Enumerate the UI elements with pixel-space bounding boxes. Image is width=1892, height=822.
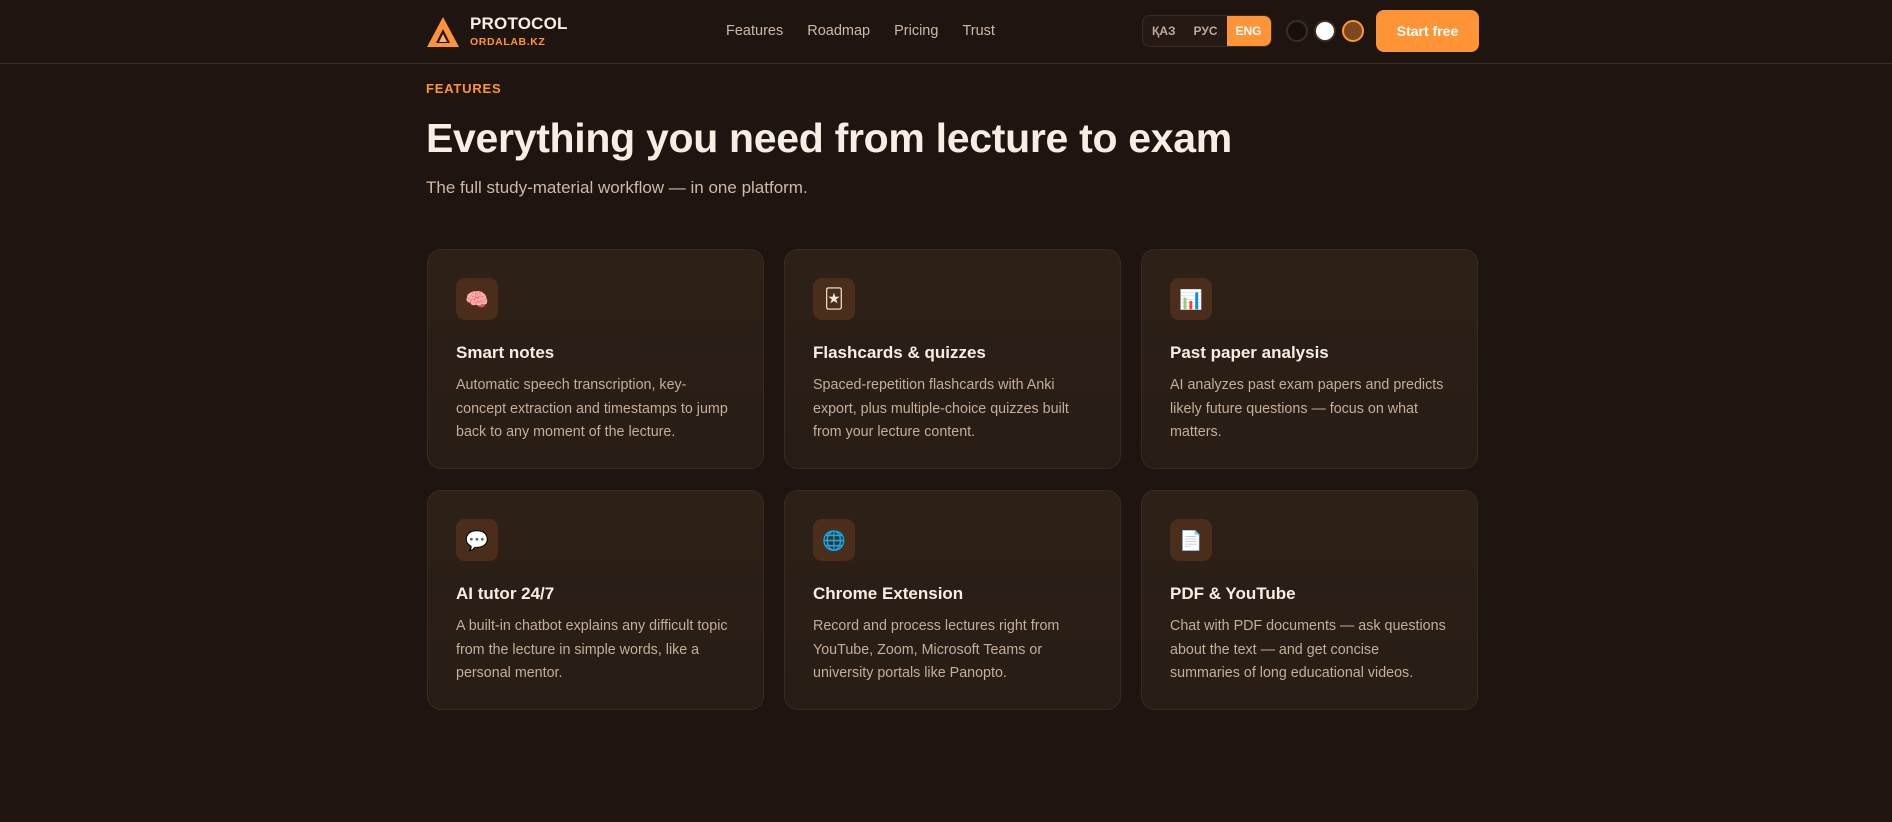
protocol-logo-icon [427,17,459,47]
bar-chart-icon: 📊 [1170,278,1212,320]
nav-link-roadmap[interactable]: Roadmap [807,20,870,42]
brand-name: PROTOCOL [470,14,568,33]
card-icon: 🃏 [813,278,855,320]
globe-icon: 🌐 [813,519,855,561]
feature-description: A built-in chatbot explains any difficul… [456,618,728,681]
feature-card-smart-notes[interactable]: 🧠 Smart notes Automatic speech transcrip… [427,249,764,469]
feature-card-flashcards[interactable]: 🃏 Flashcards & quizzes Spaced-repetition… [784,249,1121,469]
nav-link-pricing[interactable]: Pricing [894,20,938,42]
theme-swatch-light[interactable] [1314,20,1336,42]
theme-switcher [1286,20,1364,42]
language-switcher: ҚАЗ РУС ENG [1142,15,1272,47]
section-eyebrow: FEATURES [426,81,502,96]
feature-card-past-paper-analysis[interactable]: 📊 Past paper analysis AI analyzes past e… [1141,249,1478,469]
feature-title: Smart notes [456,343,555,362]
feature-title: Chrome Extension [813,584,964,603]
theme-swatch-warm[interactable] [1342,20,1364,42]
feature-description: Automatic speech transcription, key-conc… [456,377,728,440]
document-icon: 📄 [1170,519,1212,561]
main-nav: Features Roadmap Pricing Trust [726,20,995,42]
language-option-eng[interactable]: ENG [1226,16,1271,46]
feature-grid: 🧠 Smart notes Automatic speech transcrip… [427,249,1479,710]
page-subtitle: The full study-material workflow — in on… [426,178,808,197]
brand[interactable]: PROTOCOL ORDALAB.KZ [426,14,568,52]
feature-title: Past paper analysis [1170,343,1329,362]
feature-description: Record and process lectures right from Y… [813,618,1060,681]
feature-title: AI tutor 24/7 [456,584,555,603]
brand-domain: ORDALAB.KZ [470,36,546,48]
brain-icon: 🧠 [456,278,498,320]
feature-title: PDF & YouTube [1170,584,1296,603]
top-navigation-bar: PROTOCOL ORDALAB.KZ Features Roadmap Pri… [0,0,1892,64]
page-title: Everything you need from lecture to exam [426,115,1232,161]
nav-link-features[interactable]: Features [726,20,783,42]
speech-bubble-icon: 💬 [456,519,498,561]
feature-card-pdf-youtube[interactable]: 📄 PDF & YouTube Chat with PDF documents … [1141,490,1478,710]
feature-card-chrome-extension[interactable]: 🌐 Chrome Extension Record and process le… [784,490,1121,710]
feature-card-ai-tutor[interactable]: 💬 AI tutor 24/7 A built-in chatbot expla… [427,490,764,710]
start-free-button[interactable]: Start free [1376,10,1479,52]
feature-title: Flashcards & quizzes [813,343,986,362]
feature-description: Chat with PDF documents — ask questions … [1170,618,1446,681]
language-option-kaz[interactable]: ҚАЗ [1143,16,1185,46]
theme-swatch-dark[interactable] [1286,20,1308,42]
brand-text: PROTOCOL ORDALAB.KZ [470,14,568,48]
feature-description: AI analyzes past exam papers and predict… [1170,377,1444,440]
nav-link-trust[interactable]: Trust [962,20,995,42]
language-option-rus[interactable]: РУС [1185,16,1227,46]
feature-description: Spaced-repetition flashcards with Anki e… [813,377,1069,440]
